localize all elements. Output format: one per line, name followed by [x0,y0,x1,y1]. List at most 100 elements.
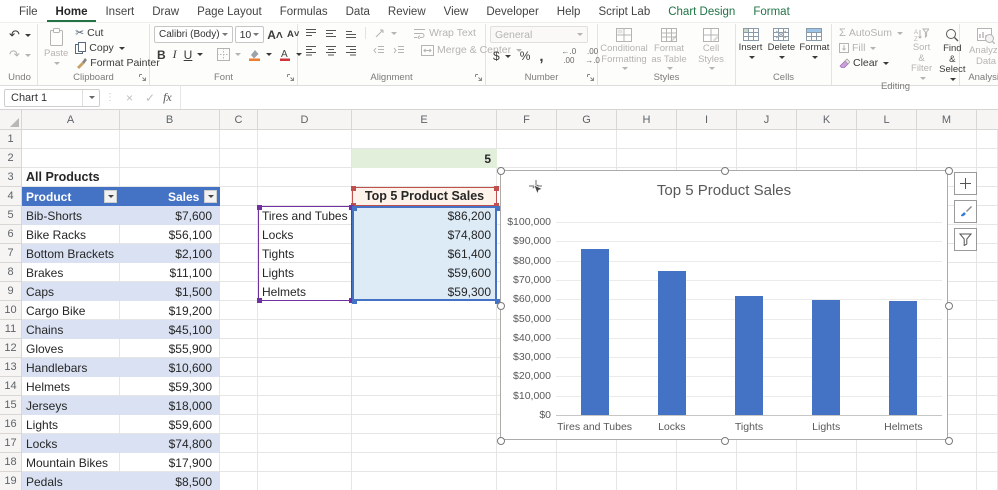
table-row[interactable]: $55,900 [120,339,220,358]
row-header-7[interactable]: 7 [0,244,22,263]
table-row[interactable]: $59,300 [120,377,220,396]
chart-selection-handle[interactable] [945,437,953,445]
insert-cells-button[interactable]: Insert [737,26,765,59]
top5-value-cell[interactable]: $86,200 [352,206,497,225]
table-row[interactable]: $7,600 [120,206,220,225]
align-left-button[interactable] [302,44,320,57]
ribbon-tab-formulas[interactable]: Formulas [271,3,337,22]
table-row[interactable]: $2,100 [120,244,220,263]
number-format-combo[interactable]: General [490,26,588,43]
table-row[interactable]: $8,500 [120,472,220,490]
top5-value-cell[interactable]: $59,600 [352,263,497,282]
row-header-17[interactable]: 17 [0,434,22,453]
orientation-button[interactable] [371,27,400,40]
cancel-entry-icon[interactable]: × [120,91,139,105]
ribbon-tab-format[interactable]: Format [744,3,798,22]
increase-indent-button[interactable] [390,44,408,57]
fill-button[interactable]: Fill [836,41,906,55]
ribbon-tab-script-lab[interactable]: Script Lab [589,3,659,22]
row-header-11[interactable]: 11 [0,320,22,339]
ribbon-tab-chart-design[interactable]: Chart Design [659,3,744,22]
align-middle-button[interactable] [322,27,340,40]
cell-a3-section-label[interactable]: All Products [26,168,186,187]
row-header-18[interactable]: 18 [0,453,22,472]
column-header-c[interactable]: C [220,110,258,130]
main-table-header-product[interactable]: Product [22,187,120,206]
chart-bar[interactable] [812,300,840,415]
top5-category-cell[interactable]: Tights [258,244,352,263]
table-row[interactable]: Handlebars [22,358,120,377]
filter-dropdown-icon[interactable] [204,190,217,203]
column-header-f[interactable]: F [497,110,557,130]
clear-button[interactable]: Clear [836,56,906,70]
cell-e2-top-n[interactable]: 5 [352,149,497,168]
row-header-1[interactable]: 1 [0,130,22,149]
column-header-m[interactable]: M [917,110,977,130]
underline-button[interactable]: U [181,47,207,63]
delete-cells-button[interactable]: Delete [766,26,796,59]
row-header-5[interactable]: 5 [0,206,22,225]
ribbon-tab-page-layout[interactable]: Page Layout [188,3,271,22]
ribbon-tab-draw[interactable]: Draw [143,3,188,22]
row-header-4[interactable]: 4 [0,187,22,206]
table-row[interactable]: Bottom Brackets [22,244,120,263]
cell-styles-button[interactable]: Cell Styles [692,26,730,70]
decrease-indent-button[interactable] [370,44,388,57]
chart-styles-button[interactable] [954,200,977,223]
font-name-combo[interactable]: Calibri (Body) [154,26,233,43]
top5-category-cell[interactable]: Tires and Tubes [258,206,352,225]
font-size-combo[interactable]: 10 [235,26,265,43]
table-row[interactable]: Jerseys [22,396,120,415]
column-header-l[interactable]: L [857,110,917,130]
comma-button[interactable]: , [536,47,546,66]
align-right-button[interactable] [342,44,360,57]
row-header-2[interactable]: 2 [0,149,22,168]
table-row[interactable]: $19,200 [120,301,220,320]
top5-category-cell[interactable]: Helmets [258,282,352,301]
table-row[interactable]: Bike Racks [22,225,120,244]
table-row[interactable]: Cargo Bike [22,301,120,320]
row-header-16[interactable]: 16 [0,415,22,434]
table-row[interactable]: Helmets [22,377,120,396]
top5-value-cell[interactable]: $74,800 [352,225,497,244]
table-row[interactable]: $74,800 [120,434,220,453]
chart-title[interactable]: Top 5 Product Sales [501,182,947,199]
column-header-d[interactable]: D [258,110,352,130]
increase-decimal-button[interactable]: ←.0.00 [559,46,580,66]
row-header-3[interactable]: 3 [0,168,22,187]
table-row[interactable]: $18,000 [120,396,220,415]
table-row[interactable]: $56,100 [120,225,220,244]
ribbon-tab-insert[interactable]: Insert [96,3,143,22]
ribbon-tab-developer[interactable]: Developer [477,3,547,22]
table-row[interactable]: Chains [22,320,120,339]
alignment-dialog-launcher[interactable] [474,73,483,82]
row-header-12[interactable]: 12 [0,339,22,358]
table-row[interactable]: $10,600 [120,358,220,377]
ribbon-tab-review[interactable]: Review [379,3,435,22]
chart-filters-button[interactable] [954,228,977,251]
column-header-b[interactable]: B [120,110,220,130]
table-row[interactable]: $1,500 [120,282,220,301]
align-center-button[interactable] [322,44,340,57]
column-header-e[interactable]: E [352,110,497,130]
column-header-k[interactable]: K [797,110,857,130]
row-header-6[interactable]: 6 [0,225,22,244]
chart-selection-handle[interactable] [721,437,729,445]
italic-button[interactable]: I [170,46,180,63]
row-header-19[interactable]: 19 [0,472,22,490]
sheet-grid[interactable]: ABCDEFGHIJKLM123456789101112131415161718… [0,110,998,490]
chart-selection-handle[interactable] [945,167,953,175]
table-row[interactable]: Mountain Bikes [22,453,120,472]
undo-button[interactable]: ↶ [6,26,34,44]
wrap-text-button[interactable]: Wrap Text [410,26,479,40]
chart-top5-product-sales[interactable]: Top 5 Product Sales$100,000$90,000$80,00… [500,170,948,440]
cell-e4-top5-title[interactable]: Top 5 Product Sales [352,187,497,206]
chart-elements-button[interactable] [954,172,977,195]
table-row[interactable]: $11,100 [120,263,220,282]
row-header-9[interactable]: 9 [0,282,22,301]
row-header-13[interactable]: 13 [0,358,22,377]
chart-selection-handle[interactable] [497,437,505,445]
column-header-j[interactable]: J [737,110,797,130]
top5-category-cell[interactable]: Locks [258,225,352,244]
top5-value-cell[interactable]: $59,300 [352,282,497,301]
